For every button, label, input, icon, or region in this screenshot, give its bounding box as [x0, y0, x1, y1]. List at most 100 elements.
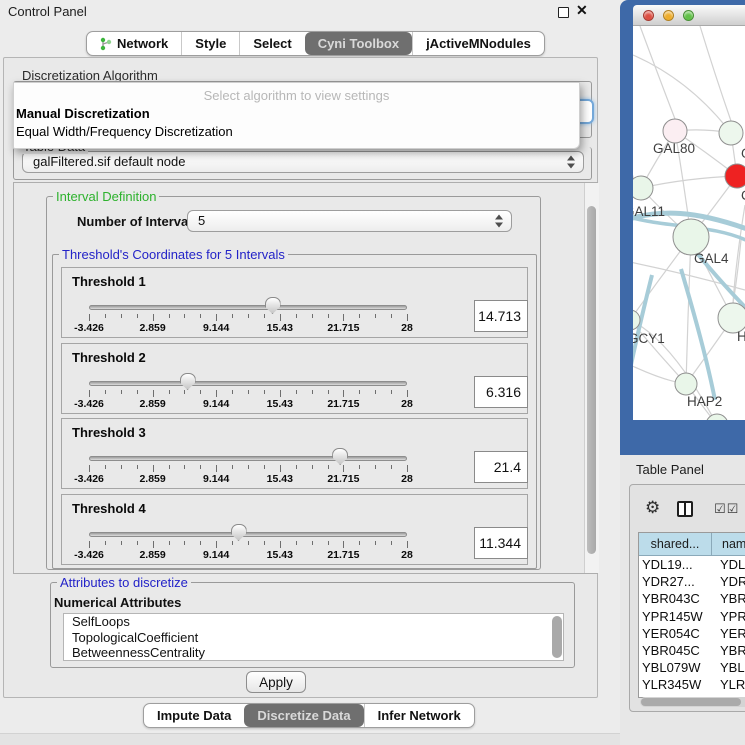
close-icon[interactable]: ✕ — [576, 2, 588, 19]
tab-discretize-data[interactable]: Discretize Data — [244, 704, 363, 727]
cell-shared-name: YBR045C — [639, 643, 714, 658]
number-of-intervals-label: Number of Intervals — [77, 214, 199, 229]
column-header-shared-name[interactable]: shared... — [639, 533, 712, 555]
table-row[interactable]: YBR045C YBR0 — [639, 642, 745, 659]
table-data-combobox[interactable]: galFiltered.sif default node — [22, 151, 584, 173]
table-header-row: shared... nam — [639, 533, 745, 556]
slider-thumb[interactable] — [332, 448, 348, 465]
tab-infer-network[interactable]: Infer Network — [364, 704, 474, 727]
network-node[interactable] — [673, 219, 709, 255]
tab-style[interactable]: Style — [181, 32, 239, 55]
cell-shared-name: YBR043C — [639, 591, 714, 606]
threshold-label: Threshold 1 — [72, 274, 146, 289]
slider-track[interactable] — [89, 456, 407, 461]
slider-thumb[interactable] — [180, 373, 196, 390]
numerical-attributes-label: Numerical Attributes — [54, 595, 181, 610]
cell-name: YDR2 — [714, 574, 745, 589]
attribute-item[interactable]: TopologicalCoefficient — [64, 630, 563, 646]
number-of-intervals-combobox[interactable]: 5 — [187, 210, 512, 232]
tab-jactivemnodules[interactable]: jActiveMNodules — [412, 32, 544, 55]
table-row[interactable]: YBR043C YBR0 — [639, 590, 745, 607]
slider-track[interactable] — [89, 381, 407, 386]
network-node-label: GAL80 — [653, 141, 695, 156]
algorithm-dropdown-popup: Select algorithm to view settings Manual… — [13, 82, 580, 149]
float-window-icon[interactable] — [558, 7, 569, 18]
column-header-name[interactable]: nam — [712, 533, 745, 555]
network-node-label: GCY1 — [633, 331, 665, 346]
attribute-item[interactable]: SelfLoops — [64, 614, 563, 630]
slider-track[interactable] — [89, 532, 407, 537]
tab-cyni-toolbox[interactable]: Cyni Toolbox — [305, 32, 412, 55]
network-canvas[interactable]: GAL80GCGAL11GAL4GCY1HHAP2 — [633, 26, 745, 420]
slider-ticks — [62, 390, 527, 398]
cell-name: YBR0 — [714, 591, 745, 606]
split-columns-icon[interactable] — [677, 501, 693, 517]
threshold-value-field[interactable]: 21.4 — [474, 451, 528, 483]
dropdown-option-equal-width[interactable]: Equal Width/Frequency Discretization — [16, 124, 233, 139]
close-traffic-light-icon[interactable] — [643, 10, 654, 21]
table-row[interactable]: YPR145W YPR1 — [639, 608, 745, 625]
threshold-label: Threshold 3 — [72, 425, 146, 440]
network-node-label: G — [741, 146, 745, 161]
slider-thumb[interactable] — [265, 297, 281, 314]
slider-tick-labels: -3.4262.8599.14415.4321.71528 — [62, 398, 527, 410]
combobox-stepper-icon — [567, 156, 576, 169]
table-row[interactable]: YDL19... YDL1 — [639, 556, 745, 573]
table-row[interactable]: YER054C YER0 — [639, 625, 745, 642]
network-node[interactable] — [725, 164, 745, 188]
network-node-label: HAP2 — [687, 394, 722, 409]
application-window: Control Panel ✕ Network Style Select Cyn… — [0, 0, 745, 745]
cell-shared-name: YBL079W — [639, 660, 714, 675]
panel-title: Control Panel — [8, 4, 87, 19]
threshold-value-field[interactable]: 11.344 — [474, 527, 528, 559]
table-row[interactable]: YLR345W YLR3 — [639, 676, 745, 693]
slider-tick-labels: -3.4262.8599.14415.4321.71528 — [62, 549, 527, 561]
gear-icon[interactable]: ⚙ — [645, 500, 660, 517]
apply-button[interactable]: Apply — [246, 671, 306, 693]
table-panel-area: Table Panel ⚙ ☑☑ shared... nam YDL19... … — [620, 455, 745, 745]
cyni-mode-tabs: Impute Data Discretize Data Infer Networ… — [143, 703, 475, 728]
slider-thumb[interactable] — [231, 524, 247, 541]
cell-shared-name: YDR27... — [639, 574, 714, 589]
horizontal-scrollbar[interactable] — [640, 697, 745, 707]
attribute-item[interactable]: BetweennessCentrality — [64, 645, 563, 661]
table-row[interactable]: YDR27... YDR2 — [639, 573, 745, 590]
cell-shared-name: YDL19... — [639, 557, 714, 572]
network-node[interactable] — [719, 121, 743, 145]
network-node[interactable] — [633, 176, 653, 200]
dropdown-prompt-item[interactable]: Select algorithm to view settings — [14, 88, 579, 103]
tab-network[interactable]: Network — [87, 32, 181, 55]
slider-ticks — [62, 541, 527, 549]
network-node-label: H — [737, 329, 745, 344]
threshold-value-field[interactable]: 6.316 — [474, 376, 528, 408]
horizontal-scrollbar-thumb[interactable] — [641, 698, 741, 706]
network-node[interactable] — [663, 119, 687, 143]
table-rows: YDL19... YDL1 YDR27... YDR2 YBR043C YBR0… — [639, 556, 745, 698]
network-node[interactable] — [675, 373, 697, 395]
slider-track[interactable] — [89, 305, 407, 310]
tab-select[interactable]: Select — [239, 32, 304, 55]
tab-impute-data[interactable]: Impute Data — [144, 704, 244, 727]
select-columns-checkboxes-icon[interactable]: ☑☑ — [714, 502, 739, 517]
cell-name: YBR0 — [714, 643, 745, 658]
slider-ticks — [62, 465, 527, 473]
vertical-scrollbar[interactable] — [584, 183, 599, 573]
dropdown-option-manual-discretization[interactable]: Manual Discretization — [16, 106, 150, 121]
slider-tick-labels: -3.4262.8599.14415.4321.71528 — [62, 473, 527, 485]
scrollbar-thumb[interactable] — [587, 206, 596, 554]
table-row[interactable]: YBL079W YBL0 — [639, 659, 745, 676]
node-attribute-table: shared... nam YDL19... YDL1 YDR27... YDR… — [638, 532, 745, 698]
table-panel: ⚙ ☑☑ shared... nam YDL19... YDL1 YDR27..… — [629, 484, 745, 712]
attributes-scrollbar-thumb[interactable] — [552, 616, 562, 658]
threshold-label: Threshold 4 — [72, 501, 146, 516]
network-graph: GAL80GCGAL11GAL4GCY1HHAP2 — [633, 26, 745, 420]
numerical-attributes-list[interactable]: SelfLoops TopologicalCoefficient Between… — [63, 613, 564, 661]
attributes-group-label: Attributes to discretize — [57, 575, 191, 590]
threshold-panel: Threshold 1 -3.4262.8599.14415.4321.7152… — [61, 267, 528, 338]
network-window-titlebar[interactable] — [633, 5, 745, 26]
cell-shared-name: YPR145W — [639, 609, 714, 624]
threshold-panel: Threshold 2 -3.4262.8599.14415.4321.7152… — [61, 343, 528, 414]
minimize-traffic-light-icon[interactable] — [663, 10, 674, 21]
zoom-traffic-light-icon[interactable] — [683, 10, 694, 21]
threshold-value-field[interactable]: 14.713 — [474, 300, 528, 332]
